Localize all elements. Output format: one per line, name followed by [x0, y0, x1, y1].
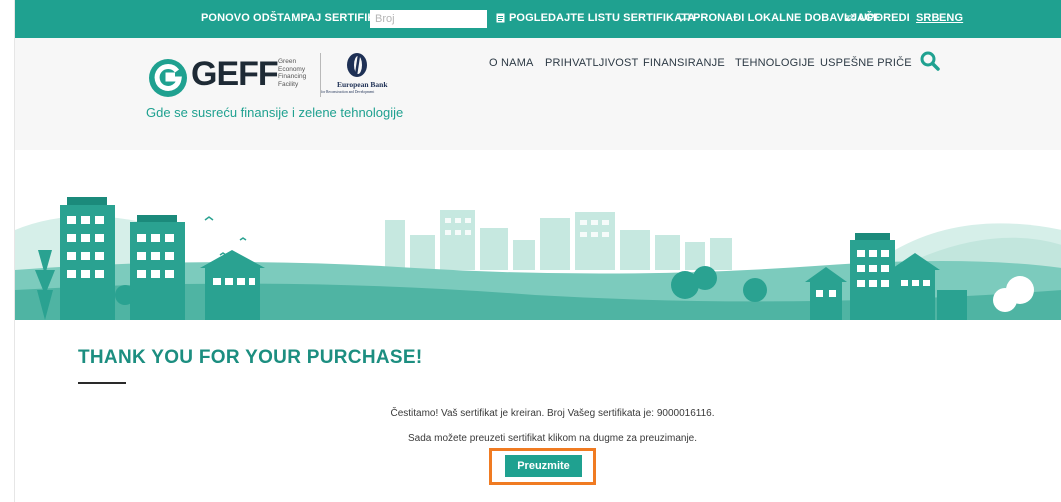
ebrd-logo-icon [347, 53, 367, 77]
ebrd-name: European Bank [337, 80, 388, 89]
success-message: Čestitamo! Vaš sertifikat je kreiran. Br… [390, 408, 715, 419]
document-icon [496, 13, 505, 26]
page-frame: PONOVO ODŠTAMPAJ SERTIFIKAT: POGLEDAJTE … [14, 0, 1061, 502]
nav-prihvatljivost[interactable]: PRIHVATLJIVOST [545, 57, 638, 69]
page-title: THANK YOU FOR YOUR PURCHASE! [78, 347, 423, 368]
reprint-label: PONOVO ODŠTAMPAJ SERTIFIKAT: [201, 12, 393, 24]
lang-eng-link[interactable]: ENG [939, 12, 963, 24]
chat-icon [678, 13, 690, 25]
search-icon[interactable] [920, 51, 940, 71]
geff-logo-subtitle: Green Economy Financing Facility [278, 58, 307, 88]
compare-icon [844, 13, 856, 25]
ebrd-subtitle: for Reconstruction and Development [321, 90, 375, 94]
nav-finansiranje[interactable]: FINANSIRANJE [643, 57, 725, 69]
site-header: GEFF Green Economy Financing Facility Eu… [15, 38, 1061, 150]
view-certificates-link[interactable]: POGLEDAJTE LISTU SERTIFIKATA [509, 12, 695, 24]
geff-logo-icon[interactable] [148, 58, 188, 98]
nav-uspesne-price[interactable]: USPEŠNE PRIČE [820, 57, 912, 69]
certificate-number-input[interactable] [370, 10, 487, 28]
download-button[interactable]: Preuzmite [505, 455, 582, 477]
download-instructions: Sada možete preuzeti sertifikat klikom n… [407, 433, 698, 444]
top-bar: PONOVO ODŠTAMPAJ SERTIFIKAT: POGLEDAJTE … [15, 0, 1061, 38]
nav-o-nama[interactable]: O NAMA [489, 57, 534, 69]
compare-link[interactable]: UPOREDI [859, 12, 910, 24]
title-underline [78, 382, 126, 384]
geff-logo-text[interactable]: GEFF [191, 55, 279, 94]
lang-srb-link[interactable]: SRB [916, 12, 940, 24]
city-banner-illustration [15, 150, 1061, 320]
nav-tehnologije[interactable]: TEHNOLOGIJE [735, 57, 815, 69]
tagline: Gde se susreću finansije i zelene tehnol… [146, 105, 404, 120]
